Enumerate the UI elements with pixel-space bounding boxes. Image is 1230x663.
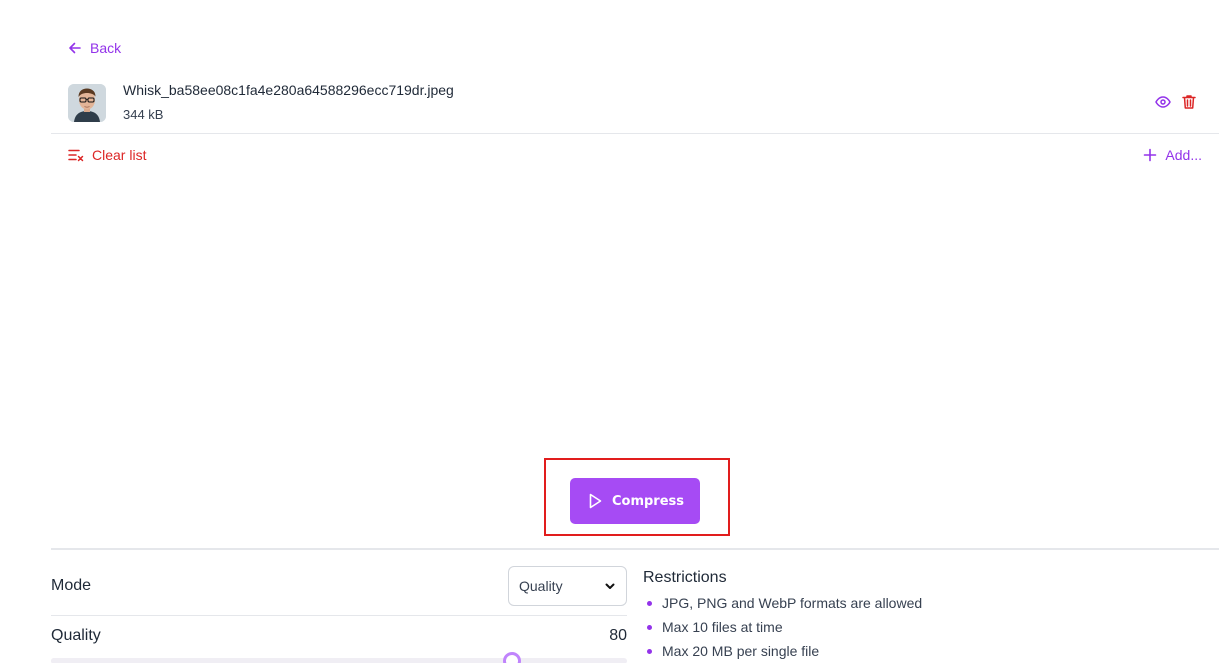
bullet-icon <box>647 648 652 654</box>
clear-list-button[interactable]: Clear list <box>68 147 146 163</box>
quality-slider-track[interactable] <box>51 658 627 663</box>
portrait-thumbnail-image <box>68 84 106 122</box>
clear-list-label: Clear list <box>92 147 147 163</box>
file-list-item: Whisk_ba58ee08c1fa4e280a64588296ecc719dr… <box>51 72 1219 134</box>
add-files-button[interactable]: Add... <box>1143 147 1202 163</box>
compress-button[interactable]: Compress <box>570 478 700 524</box>
restriction-text: JPG, PNG and WebP formats are allowed <box>662 595 923 611</box>
arrow-left-icon <box>69 42 81 54</box>
compress-label: Compress <box>611 493 685 509</box>
play-icon <box>589 493 602 509</box>
file-size: 344 kB <box>123 107 164 122</box>
bullet-icon <box>647 624 652 630</box>
file-thumbnail <box>68 84 106 122</box>
mode-label: Mode <box>51 577 92 594</box>
restrictions-list: JPG, PNG and WebP formats are allowed Ma… <box>643 591 922 663</box>
restrictions-panel: Restrictions JPG, PNG and WebP formats a… <box>643 569 922 663</box>
back-label: Back <box>90 40 122 56</box>
settings-separator <box>51 615 627 616</box>
restrictions-title: Restrictions <box>643 569 727 586</box>
section-divider <box>51 548 1219 550</box>
mode-select[interactable]: Quality <box>508 566 627 606</box>
file-name: Whisk_ba58ee08c1fa4e280a64588296ecc719dr… <box>123 82 454 98</box>
quality-label: Quality <box>51 627 101 644</box>
quality-value: 80 <box>609 627 627 644</box>
list-toolbar: Clear list Add... <box>68 147 1202 169</box>
file-actions <box>1155 94 1197 110</box>
clear-list-icon <box>68 149 84 162</box>
mode-select-value: Quality <box>519 578 563 594</box>
back-link[interactable]: Back <box>68 40 121 56</box>
restriction-item: Max 20 MB per single file <box>643 639 922 663</box>
restriction-item: Max 10 files at time <box>643 615 922 639</box>
eye-icon[interactable] <box>1155 94 1171 110</box>
restriction-text: Max 10 files at time <box>662 619 783 635</box>
add-files-label: Add... <box>1165 147 1202 163</box>
trash-icon[interactable] <box>1181 94 1197 110</box>
quality-slider-fill <box>51 658 512 663</box>
bullet-icon <box>647 600 652 606</box>
quality-slider-thumb[interactable] <box>502 652 521 663</box>
restriction-text: Max 20 MB per single file <box>662 643 820 659</box>
chevron-down-icon <box>605 583 615 589</box>
restriction-item: JPG, PNG and WebP formats are allowed <box>643 591 922 615</box>
plus-icon <box>1144 148 1157 162</box>
